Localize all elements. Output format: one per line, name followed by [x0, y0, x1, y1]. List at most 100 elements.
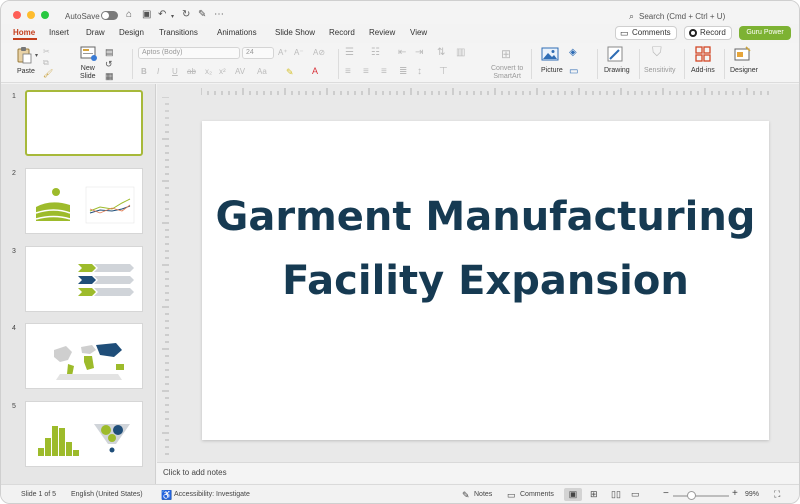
- tab-animations[interactable]: Animations: [217, 28, 257, 37]
- columns-icon[interactable]: ▥: [456, 48, 465, 58]
- active-tab-indicator: [13, 38, 37, 40]
- add-ins-label: Add-ins: [691, 67, 715, 74]
- highlight-icon[interactable]: ✎: [286, 67, 294, 77]
- slide-thumbnail-5[interactable]: [25, 401, 143, 467]
- new-slide-icon[interactable]: [80, 46, 98, 62]
- zoom-out-icon[interactable]: −: [663, 488, 669, 499]
- shapes-icon[interactable]: ◈: [569, 48, 577, 58]
- slideshow-icon[interactable]: ▭: [631, 489, 640, 500]
- guru-power-button[interactable]: Guru Power: [739, 26, 791, 40]
- text-direction-icon[interactable]: ⇅: [437, 48, 445, 58]
- current-slide-canvas[interactable]: Garment Manufacturing Facility Expansion: [202, 121, 769, 440]
- minimize-window-button[interactable]: [27, 11, 35, 19]
- decrease-indent-icon[interactable]: ⇤: [398, 48, 406, 58]
- undo-icon[interactable]: ↶: [158, 10, 166, 20]
- notes-icon: ✎: [462, 490, 470, 500]
- tab-home[interactable]: Home: [13, 28, 35, 37]
- more-icon[interactable]: ⋯: [214, 10, 224, 20]
- slide-title[interactable]: Garment Manufacturing Facility Expansion: [202, 185, 769, 313]
- zoom-slider-track[interactable]: [673, 495, 729, 497]
- zoom-slider-thumb[interactable]: [687, 491, 696, 500]
- layout-icon[interactable]: ▤: [105, 47, 114, 57]
- search-icon: ⌕: [629, 11, 635, 21]
- tab-record[interactable]: Record: [329, 28, 355, 37]
- underline-icon[interactable]: U: [172, 67, 178, 77]
- tab-transitions[interactable]: Transitions: [159, 28, 198, 37]
- slide-thumbnail-3[interactable]: [25, 246, 143, 312]
- tab-design[interactable]: Design: [119, 28, 144, 37]
- reading-view-icon[interactable]: ▯▯: [611, 489, 621, 500]
- numbering-icon[interactable]: ☷: [371, 48, 380, 58]
- font-color-icon[interactable]: A: [312, 66, 318, 76]
- drawing-icon[interactable]: [607, 46, 623, 62]
- fit-to-window-icon[interactable]: ⛶: [774, 489, 780, 500]
- clear-format-icon[interactable]: A⊘: [313, 48, 325, 58]
- section-icon[interactable]: ▦: [105, 71, 114, 81]
- grow-font-icon[interactable]: A⁺: [278, 48, 288, 58]
- record-button[interactable]: Record: [684, 26, 732, 40]
- close-window-button[interactable]: [13, 11, 21, 19]
- new-slide-label: New Slide: [80, 65, 96, 80]
- autosave-toggle[interactable]: [101, 11, 118, 20]
- increase-indent-icon[interactable]: ⇥: [415, 48, 423, 58]
- align-right-icon[interactable]: ≡: [381, 67, 387, 77]
- picture-icon[interactable]: [541, 47, 559, 61]
- font-name-field[interactable]: Aptos (Body): [138, 47, 240, 59]
- tab-view[interactable]: View: [410, 28, 427, 37]
- accessibility-status[interactable]: Accessibility: Investigate: [174, 491, 250, 498]
- home-icon[interactable]: ⌂: [126, 10, 132, 20]
- tab-review[interactable]: Review: [369, 28, 395, 37]
- format-painter-ribbon-icon[interactable]: 🖌: [43, 69, 53, 79]
- notes-placeholder[interactable]: Click to add notes: [163, 468, 227, 477]
- bold-icon[interactable]: B: [141, 67, 147, 77]
- font-size-field[interactable]: 24: [242, 47, 274, 59]
- shrink-font-icon[interactable]: A⁻: [294, 48, 304, 58]
- paste-dropdown-icon[interactable]: ▾: [35, 51, 38, 61]
- text-box-icon[interactable]: ▭: [569, 67, 578, 77]
- format-painter-icon[interactable]: ✎: [198, 10, 206, 20]
- tab-slide-show[interactable]: Slide Show: [275, 28, 315, 37]
- separator: [531, 49, 532, 79]
- comments-status-button[interactable]: Comments: [520, 491, 554, 498]
- smartart-icon[interactable]: ⊞: [501, 48, 511, 60]
- zoom-level[interactable]: 99%: [745, 491, 759, 498]
- align-center-icon[interactable]: ≡: [363, 67, 369, 77]
- title-bar: AutoSave ⌂ ▣ ↶ ▾ ↻ ✎ ⋯ ⌕ Search (Cmd + C…: [1, 1, 799, 24]
- change-case-icon[interactable]: Aa: [257, 67, 267, 77]
- slide-sorter-icon[interactable]: ⊞: [590, 489, 598, 500]
- justify-icon[interactable]: ≣: [399, 67, 407, 77]
- slide-thumbnail-2[interactable]: [25, 168, 143, 234]
- sensitivity-icon[interactable]: ⛉: [652, 45, 662, 58]
- bullets-icon[interactable]: ☰: [345, 48, 354, 58]
- align-left-icon[interactable]: ≡: [345, 67, 351, 77]
- subscript-icon[interactable]: x₂: [205, 67, 212, 77]
- zoom-in-icon[interactable]: +: [732, 488, 738, 499]
- strikethrough-icon[interactable]: ab: [187, 67, 196, 77]
- tab-insert[interactable]: Insert: [49, 28, 69, 37]
- reset-icon[interactable]: ↺: [105, 59, 113, 69]
- copy-icon[interactable]: ⧉: [43, 58, 49, 68]
- language-status[interactable]: English (United States): [71, 491, 143, 498]
- italic-icon[interactable]: I: [157, 67, 159, 77]
- maximize-window-button[interactable]: [41, 11, 49, 19]
- comments-button[interactable]: ▭ Comments: [615, 26, 677, 40]
- tab-draw[interactable]: Draw: [86, 28, 105, 37]
- save-icon[interactable]: ▣: [142, 10, 151, 20]
- paste-icon[interactable]: [15, 46, 33, 64]
- line-spacing-icon[interactable]: ↕: [417, 67, 422, 77]
- align-text-icon[interactable]: ⊤: [439, 67, 448, 77]
- record-icon: [689, 29, 697, 37]
- designer-icon[interactable]: [734, 46, 752, 62]
- redo-icon[interactable]: ↻: [182, 10, 190, 20]
- notes-button[interactable]: Notes: [474, 491, 492, 498]
- slide-thumbnail-1[interactable]: [25, 90, 143, 156]
- search-input[interactable]: Search (Cmd + Ctrl + U): [639, 12, 725, 21]
- superscript-icon[interactable]: x²: [219, 67, 226, 77]
- normal-view-icon[interactable]: ▣: [564, 488, 582, 501]
- slide-thumbnail-4[interactable]: [25, 323, 143, 389]
- add-ins-icon[interactable]: [695, 46, 711, 62]
- notes-pane[interactable]: Click to add notes: [157, 462, 799, 483]
- cut-icon[interactable]: ✂: [43, 47, 50, 57]
- character-spacing-icon[interactable]: AV: [235, 67, 245, 77]
- undo-dropdown-icon[interactable]: ▾: [171, 12, 174, 22]
